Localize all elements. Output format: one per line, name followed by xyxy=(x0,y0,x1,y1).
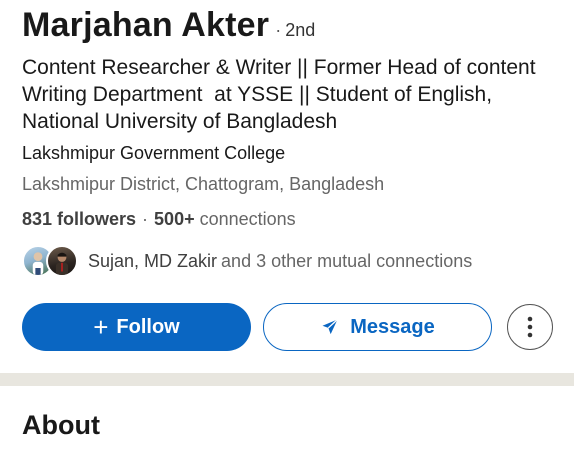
message-label: Message xyxy=(350,315,435,338)
profile-name: Marjahan Akter xyxy=(22,6,270,44)
more-vertical-icon xyxy=(527,316,533,338)
connections-label: connections xyxy=(199,209,296,229)
send-icon xyxy=(320,317,340,337)
avatar xyxy=(46,245,78,277)
mutual-names: Sujan, MD Zakir xyxy=(88,250,218,271)
connections[interactable]: 500+ connections xyxy=(154,209,296,230)
follow-button[interactable]: + Follow xyxy=(22,303,251,351)
followers-count[interactable]: 831 followers xyxy=(22,209,136,230)
network-separator: · xyxy=(142,209,149,229)
mutual-connections[interactable]: Sujan, MD Zakir and 3 other mutual conne… xyxy=(22,243,472,279)
person-photo-icon xyxy=(55,252,69,275)
plus-icon: + xyxy=(93,312,109,342)
name-row: Marjahan Akter · 2nd xyxy=(22,6,315,45)
follow-label: Follow xyxy=(116,315,180,338)
profile-headline: Content Researcher & Writer || Former He… xyxy=(22,56,542,133)
profile-card: Marjahan Akter · 2nd Content Researcher &… xyxy=(0,0,574,373)
section-divider xyxy=(0,373,574,386)
more-options-button[interactable] xyxy=(507,304,553,350)
mutual-avatars xyxy=(22,243,84,279)
connection-degree: · 2nd xyxy=(275,20,315,41)
network-stats: 831 followers · 500+ connections xyxy=(22,209,296,230)
connections-count: 500+ xyxy=(154,209,195,229)
profile-education[interactable]: Lakshmipur Government College xyxy=(22,143,285,164)
about-title: About xyxy=(22,410,100,440)
message-button[interactable]: Message xyxy=(263,303,492,351)
mutual-suffix: and 3 other mutual connections xyxy=(221,250,473,271)
about-section: About xyxy=(0,386,574,459)
profile-location: Lakshmipur District, Chattogram, Banglad… xyxy=(22,174,385,194)
degree-label: 2nd xyxy=(285,20,316,40)
action-buttons: + Follow Message xyxy=(22,303,553,351)
degree-separator: · xyxy=(275,20,282,40)
